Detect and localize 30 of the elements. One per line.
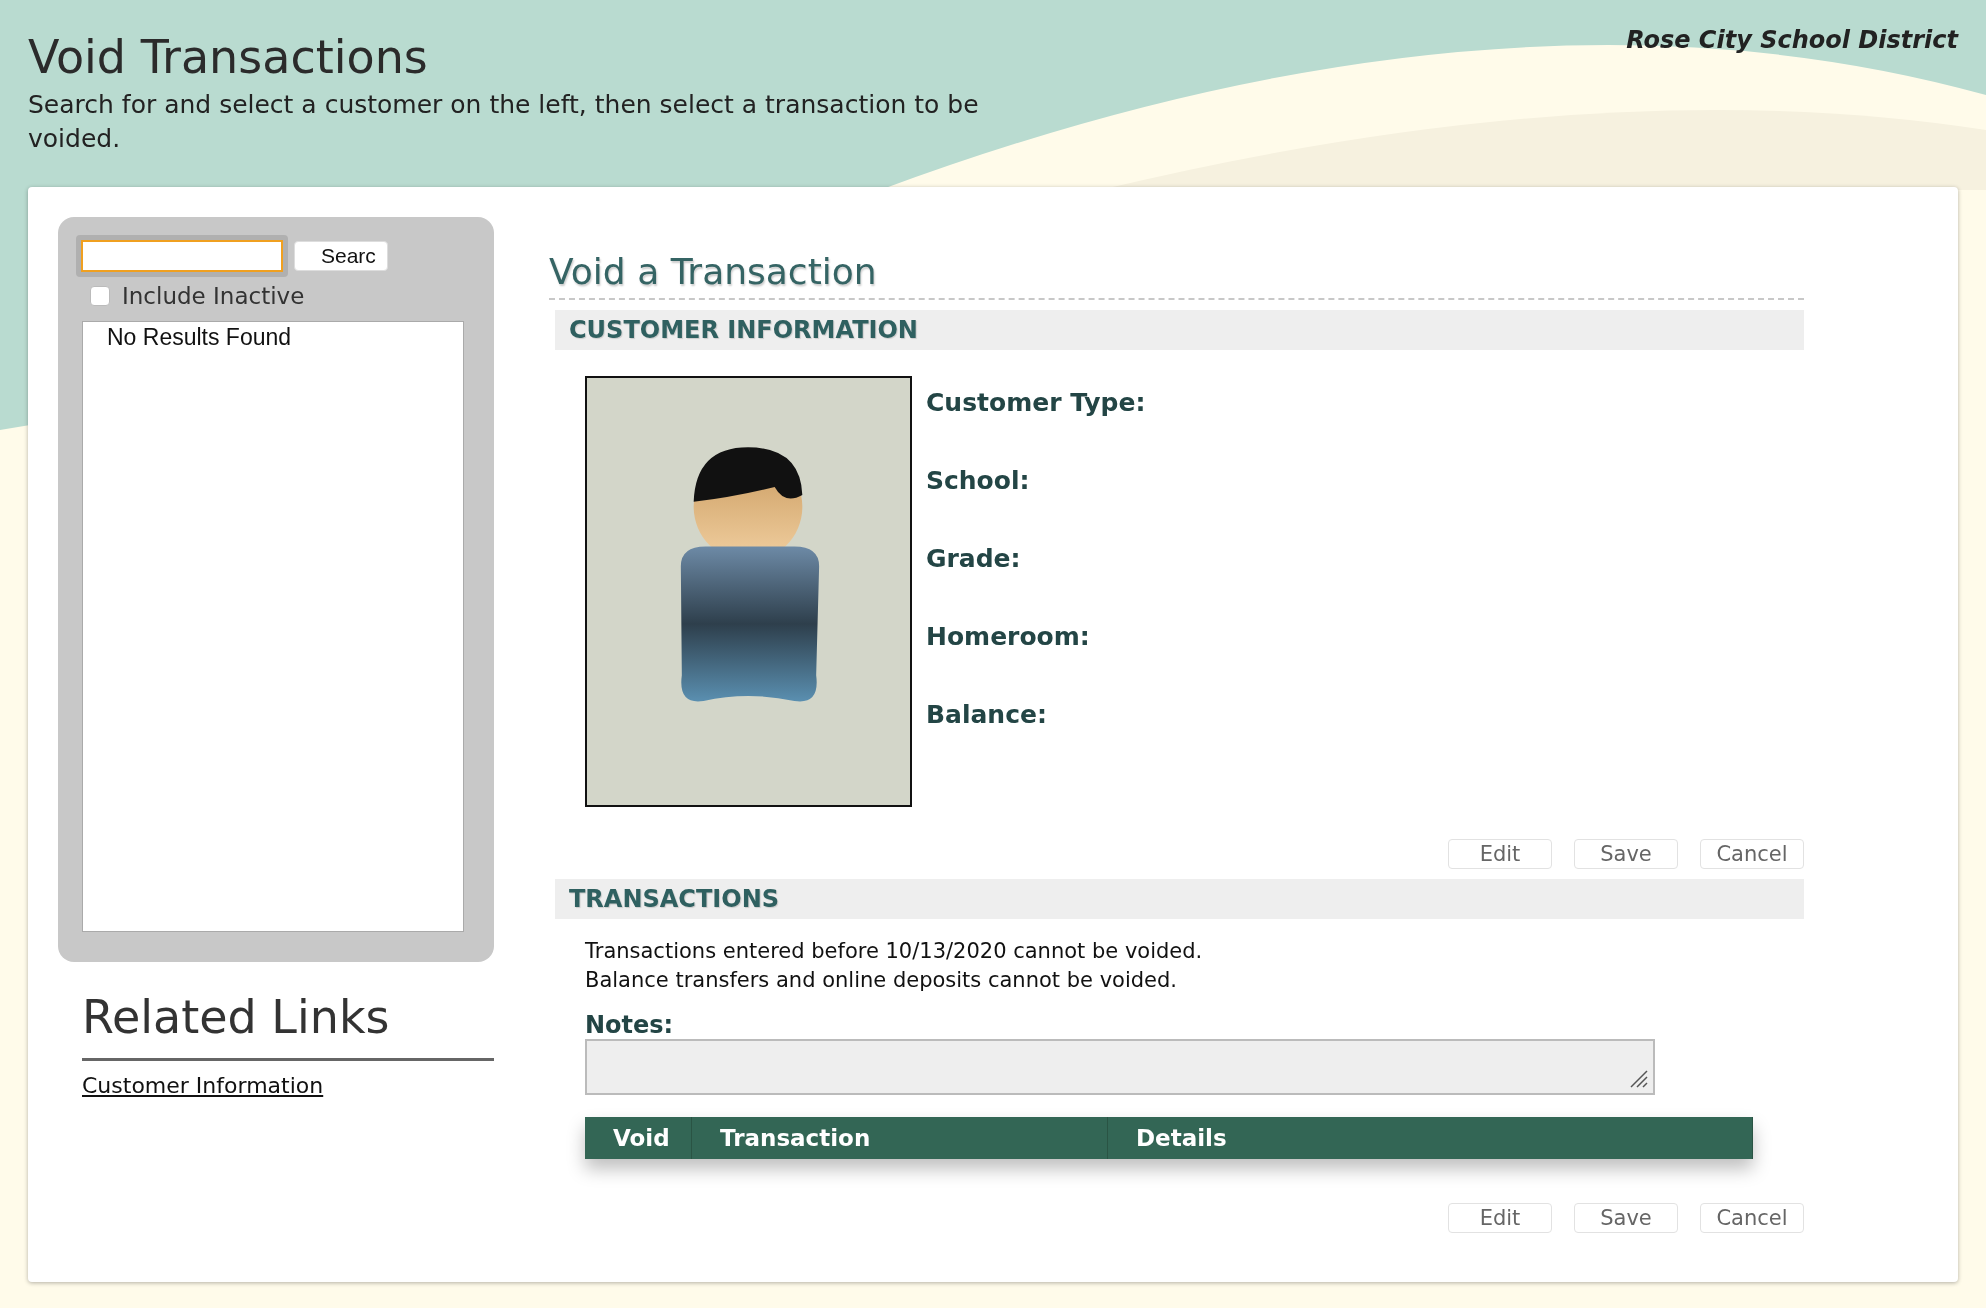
notice-text: Transactions entered before 10/13/2020 cannot be voided.	[585, 938, 1204, 965]
district-name: Rose City School District	[1626, 26, 1958, 56]
customer-button[interactable]: Cancel	[1700, 839, 1804, 869]
field-label: Grade:	[926, 544, 1022, 575]
section-header: TRANSACTIONS	[555, 879, 1804, 919]
transaction-button[interactable]: Cancel	[1700, 1203, 1804, 1233]
customer-button[interactable]: Edit	[1448, 839, 1552, 869]
notice-text: Balance transfers and online deposits cannot be voided.	[585, 967, 1179, 994]
section-header: CUSTOMER INFORMATION	[555, 310, 1804, 350]
related-links-title: Related Links	[82, 990, 494, 1061]
field-label: Customer Type:	[926, 388, 1146, 419]
field-label: Homeroom:	[926, 622, 1091, 653]
field-label: Balance:	[926, 700, 1048, 731]
page-instructions: Search for and select a customer on the left, then select a transaction to be voided.	[28, 89, 980, 155]
transaction-button[interactable]: Save	[1574, 1203, 1678, 1233]
page-title: Void Transactions	[28, 30, 429, 84]
section-title: Void a Transaction	[549, 251, 1804, 300]
no-results-message: No Results Found	[107, 324, 292, 350]
column-header: Void	[585, 1117, 692, 1159]
column-header: Details	[1108, 1117, 1753, 1159]
transaction-button[interactable]: Edit	[1448, 1203, 1552, 1233]
search-button[interactable]: Searc	[294, 241, 388, 271]
field-label: School:	[926, 466, 1031, 497]
checkbox-label: Include Inactive	[122, 283, 305, 309]
notes-label: Notes:	[585, 1011, 675, 1039]
search-field[interactable]	[81, 240, 283, 272]
customer-button[interactable]: Save	[1574, 839, 1678, 869]
notes-field[interactable]	[585, 1039, 1655, 1095]
column-header: Transaction	[692, 1117, 1108, 1159]
related-link[interactable]: Customer Information	[82, 1073, 324, 1098]
